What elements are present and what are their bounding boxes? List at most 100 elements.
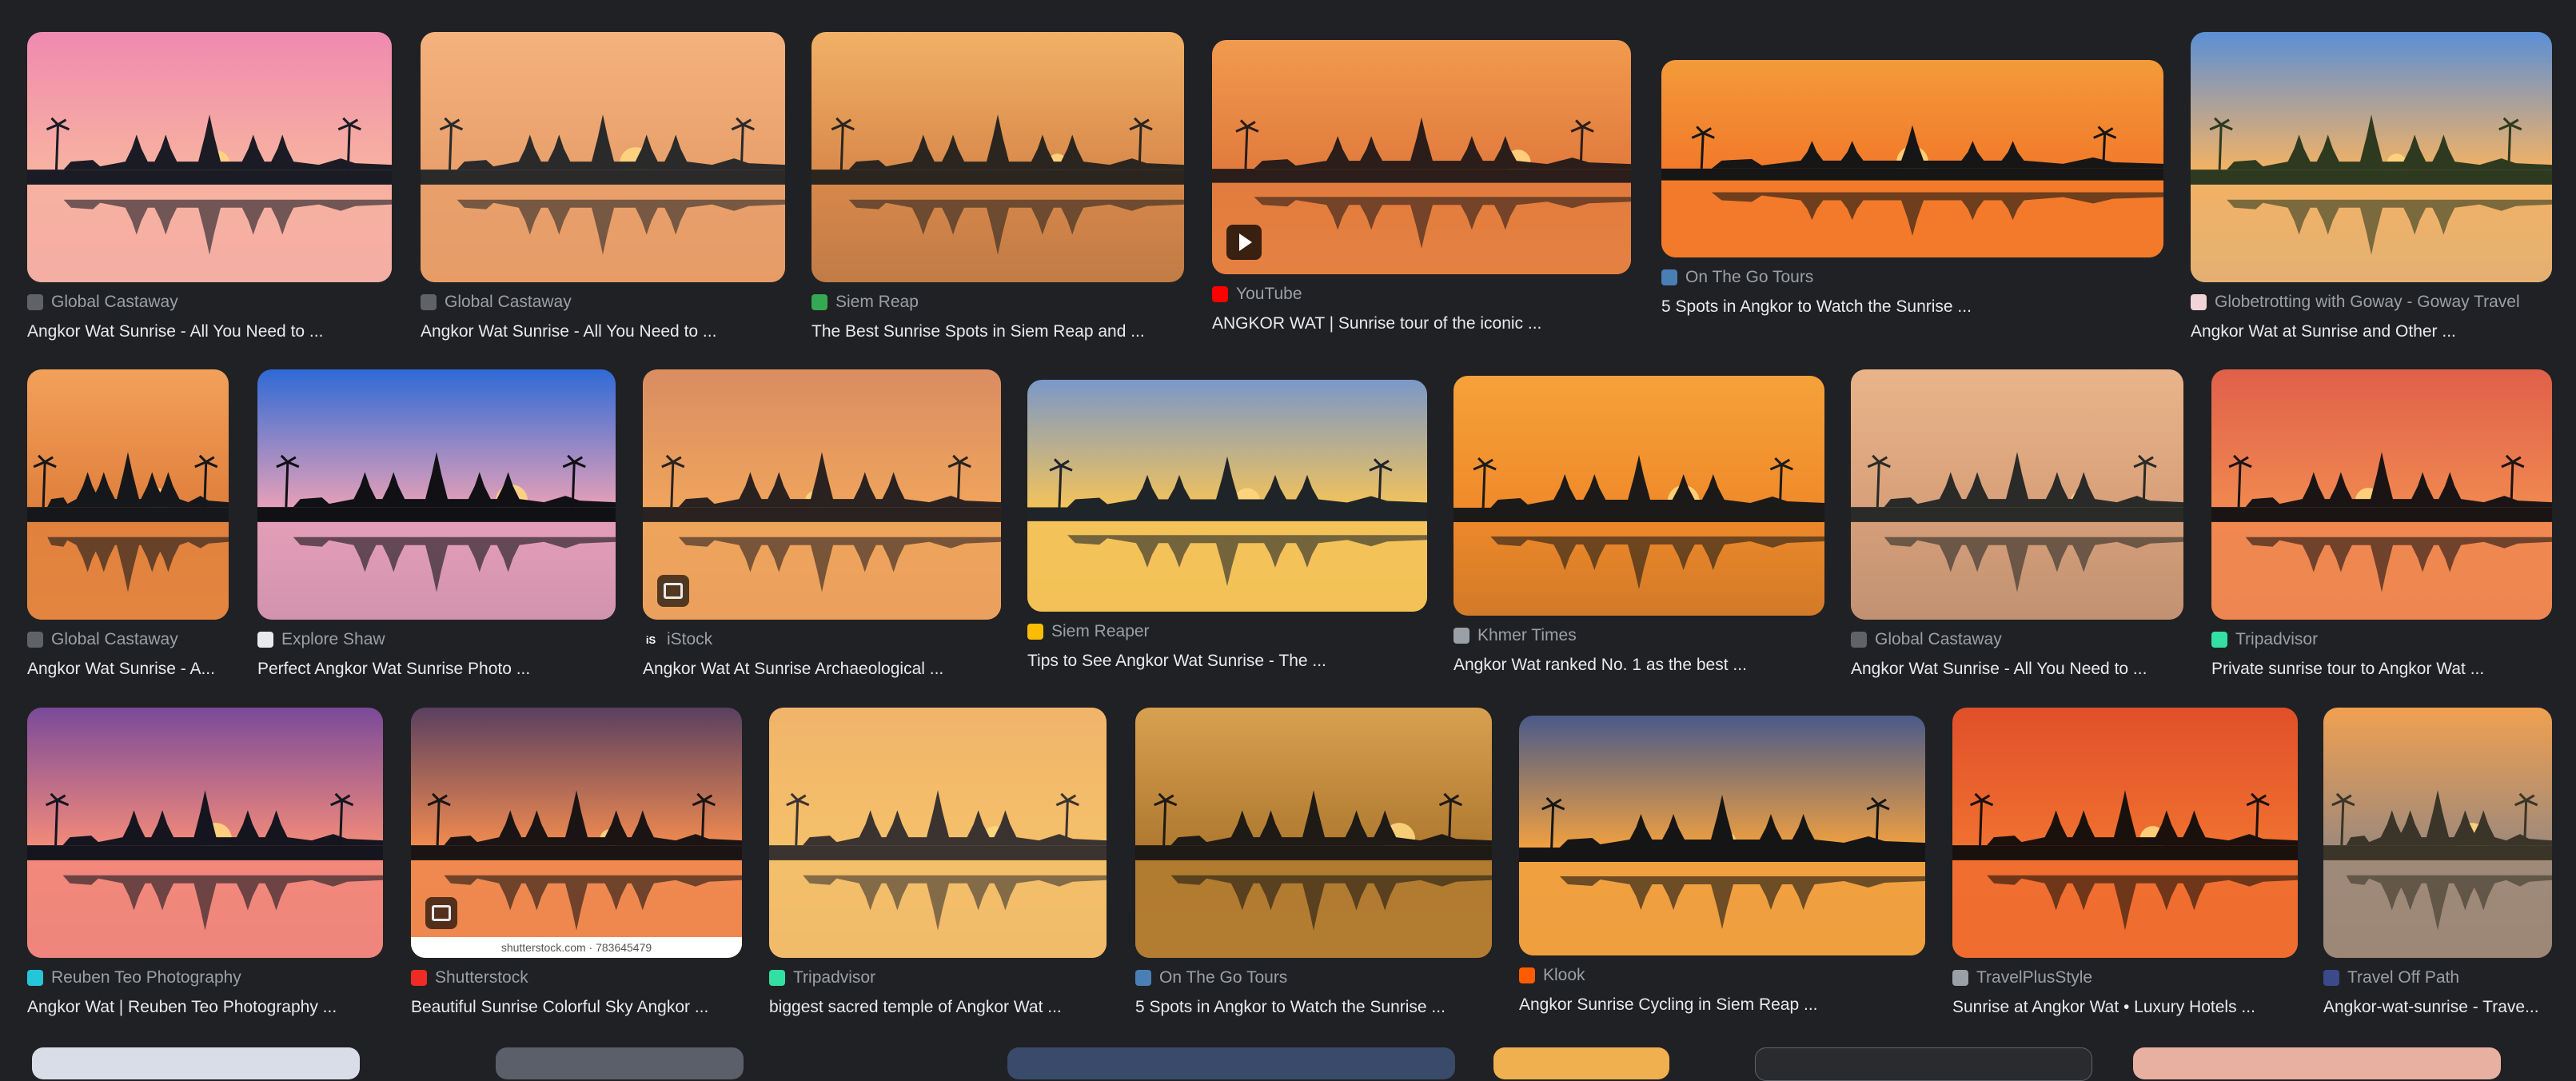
result-thumbnail[interactable]	[257, 369, 616, 620]
source-name: Tripadvisor	[793, 968, 876, 987]
result-thumbnail[interactable]	[1851, 369, 2183, 620]
result-thumbnail[interactable]	[1661, 60, 2163, 257]
result-title[interactable]: Private sunrise tour to Angkor Wat ...	[2211, 658, 2552, 680]
result-title[interactable]: Angkor Wat at Sunrise and Other ...	[2191, 321, 2552, 343]
result-title[interactable]: Beautiful Sunrise Colorful Sky Angkor ..…	[411, 996, 742, 1019]
result-source[interactable]: Global Castaway	[421, 292, 785, 313]
image-result-card[interactable]: shutterstock.com · 783645479 Shutterstock…	[411, 708, 742, 1019]
result-title[interactable]: Perfect Angkor Wat Sunrise Photo ...	[257, 658, 616, 680]
result-source[interactable]: Siem Reap	[811, 292, 1184, 313]
site-favicon-icon	[1661, 269, 1677, 285]
result-title[interactable]: Angkor Wat ranked No. 1 as the best ...	[1453, 654, 1824, 676]
image-result-card[interactable]: Global Castaway Angkor Wat Sunrise - A...	[27, 369, 229, 680]
result-source[interactable]: Tripadvisor	[769, 967, 1107, 988]
result-source[interactable]: Tripadvisor	[2211, 629, 2552, 650]
result-title[interactable]: Angkor Wat Sunrise - A...	[27, 658, 229, 680]
sunrise-photo	[2211, 369, 2552, 620]
result-source[interactable]: On The Go Tours	[1661, 267, 2163, 288]
image-result-card[interactable]: Klook Angkor Sunrise Cycling in Siem Reap…	[1519, 716, 1925, 1016]
result-source[interactable]: Global Castaway	[27, 292, 392, 313]
result-title[interactable]: Angkor Sunrise Cycling in Siem Reap ...	[1519, 994, 1925, 1016]
result-thumbnail[interactable]	[2211, 369, 2552, 620]
result-source[interactable]: Klook	[1519, 965, 1925, 986]
image-results-grid: Global Castaway Angkor Wat Sunrise - All …	[0, 0, 2576, 1071]
image-result-card[interactable]: TravelPlusStyle Sunrise at Angkor Wat • L…	[1952, 708, 2298, 1019]
result-thumbnail[interactable]: shutterstock.com · 783645479	[411, 708, 742, 958]
sunrise-photo	[1519, 716, 1925, 955]
image-result-card[interactable]: On The Go Tours 5 Spots in Angkor to Watc…	[1135, 708, 1492, 1019]
next-row-thumbnail[interactable]	[2133, 1047, 2501, 1079]
result-title[interactable]: 5 Spots in Angkor to Watch the Sunrise .…	[1135, 996, 1492, 1019]
result-thumbnail[interactable]	[27, 708, 383, 958]
result-thumbnail[interactable]	[27, 369, 229, 620]
result-title[interactable]: Angkor Wat Sunrise - All You Need to ...	[1851, 658, 2183, 680]
result-title[interactable]: The Best Sunrise Spots in Siem Reap and …	[811, 321, 1184, 343]
sunrise-photo	[257, 369, 616, 620]
image-result-card[interactable]: Global Castaway Angkor Wat Sunrise - All …	[1851, 369, 2183, 680]
next-row-thumbnail[interactable]	[496, 1047, 744, 1079]
result-title[interactable]: Tips to See Angkor Wat Sunrise - The ...	[1027, 650, 1427, 672]
image-badge-icon	[425, 897, 457, 929]
site-favicon-icon	[1135, 970, 1151, 986]
image-result-card[interactable]: Tripadvisor Private sunrise tour to Angko…	[2211, 369, 2552, 680]
image-result-card[interactable]: Travel Off Path Angkor-wat-sunrise - Trav…	[2323, 708, 2552, 1019]
image-result-card[interactable]: Tripadvisor biggest sacred temple of Angk…	[769, 708, 1107, 1019]
image-result-card[interactable]: YouTube ANGKOR WAT | Sunrise tour of the …	[1212, 40, 1631, 335]
next-row-thumbnail[interactable]	[1755, 1047, 2092, 1081]
result-thumbnail[interactable]	[1519, 716, 1925, 955]
sunrise-photo	[27, 369, 229, 620]
result-source[interactable]: Shutterstock	[411, 967, 742, 988]
result-source[interactable]: Global Castaway	[1851, 629, 2183, 650]
result-source[interactable]: On The Go Tours	[1135, 967, 1492, 988]
result-source[interactable]: TravelPlusStyle	[1952, 967, 2298, 988]
result-title[interactable]: Angkor-wat-sunrise - Trave...	[2323, 996, 2552, 1019]
result-thumbnail[interactable]	[27, 32, 392, 282]
site-favicon-icon	[1212, 286, 1228, 302]
result-source[interactable]: Globetrotting with Goway - Goway Travel	[2191, 292, 2552, 313]
image-result-card[interactable]: Global Castaway Angkor Wat Sunrise - All …	[27, 32, 392, 343]
result-thumbnail[interactable]	[1027, 380, 1427, 612]
result-title[interactable]: ANGKOR WAT | Sunrise tour of the iconic …	[1212, 313, 1631, 335]
result-source[interactable]: Explore Shaw	[257, 629, 616, 650]
result-thumbnail[interactable]	[1212, 40, 1631, 274]
result-thumbnail[interactable]	[421, 32, 785, 282]
image-result-card[interactable]: Siem Reaper Tips to See Angkor Wat Sunris…	[1027, 380, 1427, 672]
result-source[interactable]: YouTube	[1212, 284, 1631, 305]
result-source[interactable]: Khmer Times	[1453, 625, 1824, 646]
source-name: iStock	[667, 630, 713, 648]
image-result-card[interactable]: Reuben Teo Photography Angkor Wat | Reube…	[27, 708, 383, 1019]
result-thumbnail[interactable]	[1135, 708, 1492, 958]
result-source[interactable]: Siem Reaper	[1027, 621, 1427, 642]
sunrise-photo	[1135, 708, 1492, 958]
result-title[interactable]: Sunrise at Angkor Wat • Luxury Hotels ..…	[1952, 996, 2298, 1019]
result-thumbnail[interactable]	[2323, 708, 2552, 958]
image-result-card[interactable]: On The Go Tours 5 Spots in Angkor to Watc…	[1661, 60, 2163, 318]
image-result-card[interactable]: Siem Reap The Best Sunrise Spots in Siem …	[811, 32, 1184, 343]
next-row-thumbnail[interactable]	[32, 1047, 360, 1079]
next-row-thumbnail[interactable]	[1007, 1047, 1455, 1079]
result-thumbnail[interactable]	[643, 369, 1001, 620]
result-source[interactable]: iS iStock	[643, 629, 1001, 650]
next-row-thumbnail[interactable]	[1493, 1047, 1669, 1079]
result-title[interactable]: 5 Spots in Angkor to Watch the Sunrise .…	[1661, 296, 2163, 318]
image-result-card[interactable]: Globetrotting with Goway - Goway Travel A…	[2191, 32, 2552, 343]
site-favicon-icon	[421, 294, 437, 310]
result-source[interactable]: Global Castaway	[27, 629, 229, 650]
image-result-card[interactable]: Explore Shaw Perfect Angkor Wat Sunrise P…	[257, 369, 616, 680]
result-source[interactable]: Travel Off Path	[2323, 967, 2552, 988]
result-title[interactable]: Angkor Wat At Sunrise Archaeological ...	[643, 658, 1001, 680]
image-result-card[interactable]: Khmer Times Angkor Wat ranked No. 1 as th…	[1453, 376, 1824, 676]
image-result-card[interactable]: iS iStock Angkor Wat At Sunrise Archaeolog…	[643, 369, 1001, 680]
result-source[interactable]: Reuben Teo Photography	[27, 967, 383, 988]
result-title[interactable]: biggest sacred temple of Angkor Wat ...	[769, 996, 1107, 1019]
site-favicon-icon	[1027, 624, 1043, 640]
result-thumbnail[interactable]	[769, 708, 1107, 958]
image-result-card[interactable]: Global Castaway Angkor Wat Sunrise - All …	[421, 32, 785, 343]
result-thumbnail[interactable]	[2191, 32, 2552, 282]
result-title[interactable]: Angkor Wat Sunrise - All You Need to ...	[421, 321, 785, 343]
result-title[interactable]: Angkor Wat Sunrise - All You Need to ...	[27, 321, 392, 343]
result-thumbnail[interactable]	[811, 32, 1184, 282]
result-thumbnail[interactable]	[1952, 708, 2298, 958]
result-title[interactable]: Angkor Wat | Reuben Teo Photography ...	[27, 996, 383, 1019]
result-thumbnail[interactable]	[1453, 376, 1824, 616]
